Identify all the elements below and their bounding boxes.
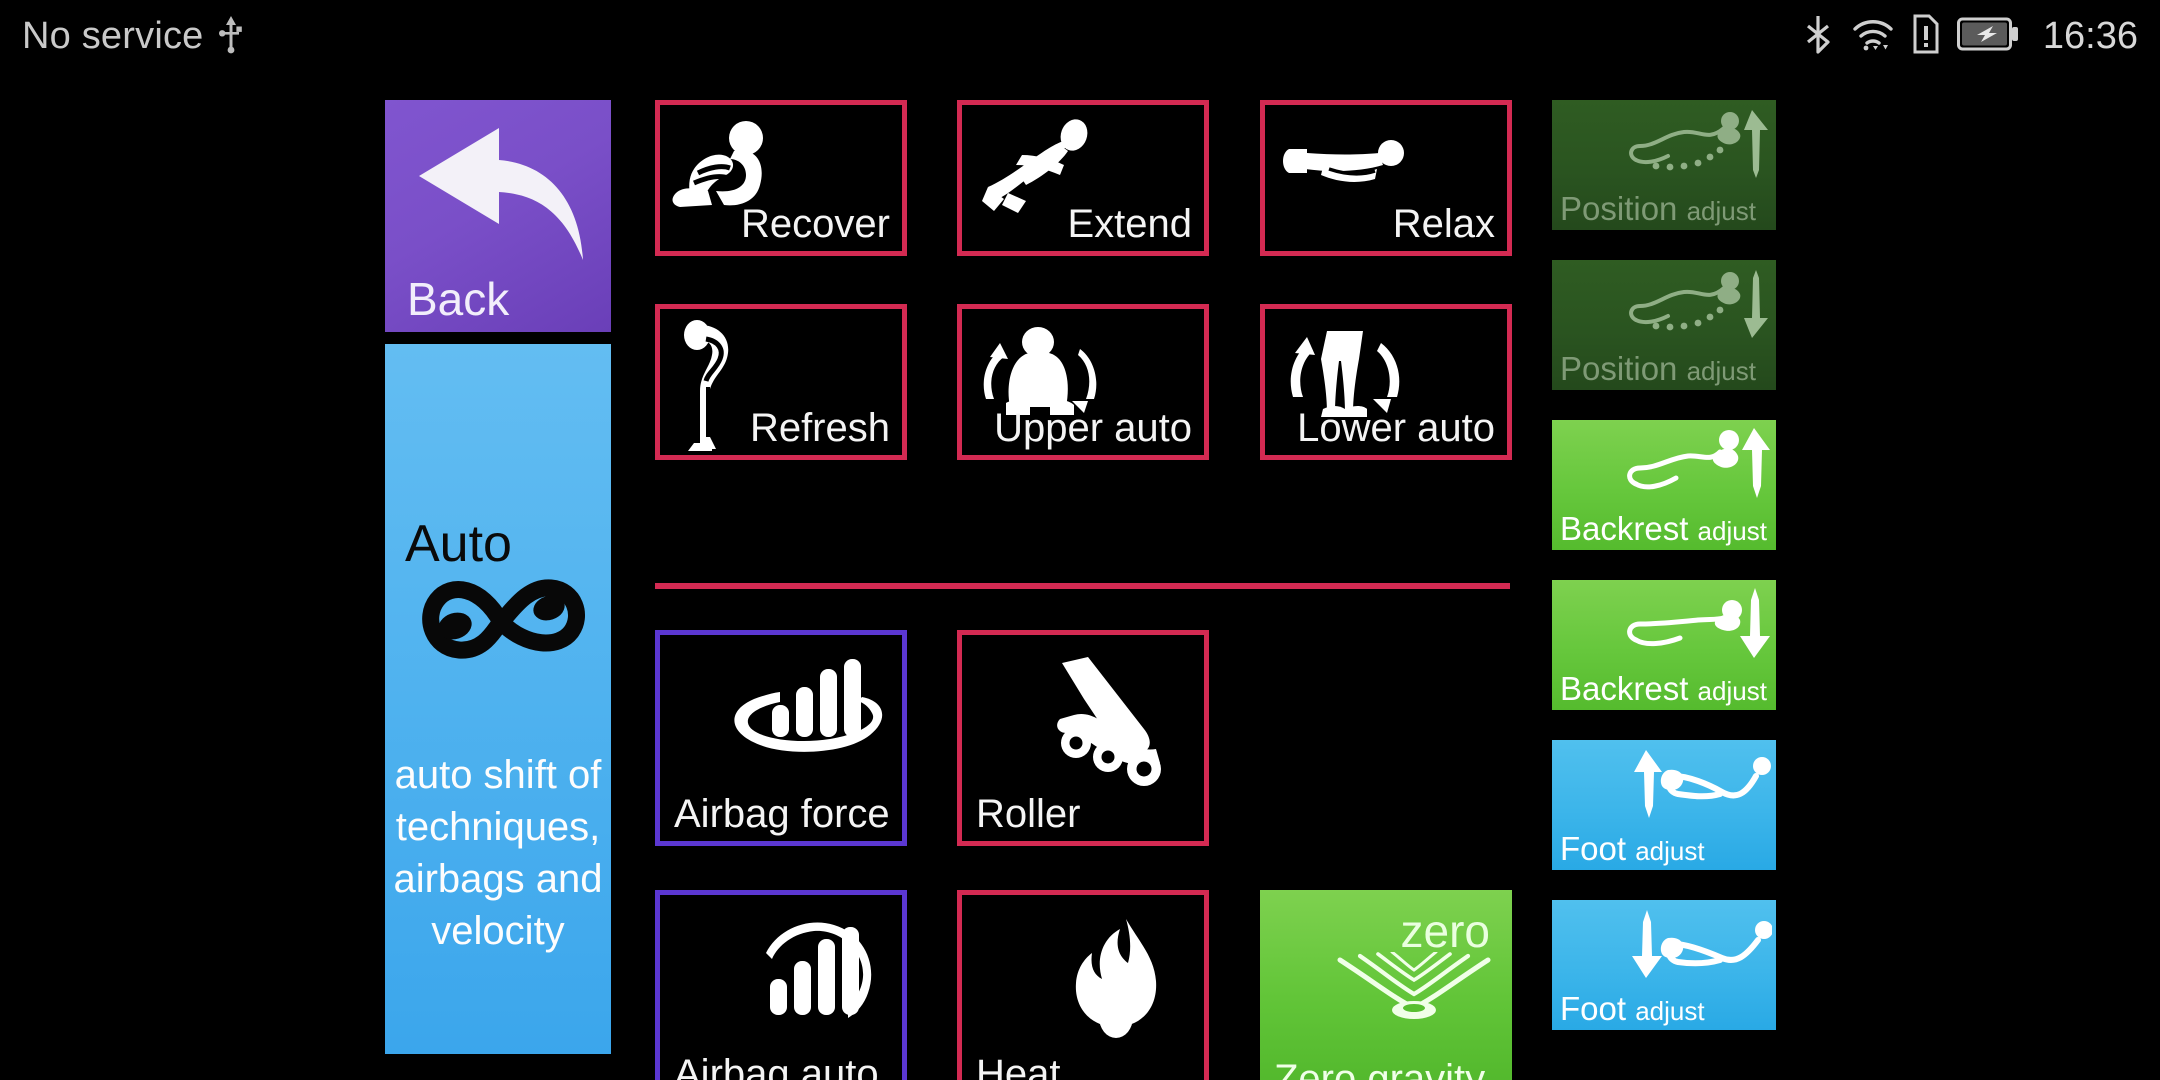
backrest-up-icon xyxy=(1622,428,1772,505)
side-button-label: Position adjust xyxy=(1560,350,1756,387)
side-button-label: Position adjust xyxy=(1560,190,1756,227)
foot-roller-icon xyxy=(1040,657,1192,792)
function-tile-label: Heat xyxy=(976,1052,1061,1080)
zero-gravity-label: Zero gravity xyxy=(1274,1057,1486,1080)
back-button-label: Back xyxy=(407,273,510,325)
bending-figure-icon xyxy=(680,317,754,458)
position-down-icon xyxy=(1622,268,1772,345)
carrier-status-text: No service xyxy=(22,14,204,57)
side-button-label: Backrest adjust xyxy=(1560,510,1767,547)
program-tile-label: Extend xyxy=(1067,202,1192,246)
program-tile-label: Lower auto xyxy=(1297,406,1495,450)
program-grid: Recover Extend Relax Refresh Upper auto … xyxy=(655,100,1512,1080)
bluetooth-icon xyxy=(1801,13,1835,60)
program-tile-label: Upper auto xyxy=(994,406,1192,450)
side-button-label: Backrest adjust xyxy=(1560,670,1767,707)
function-tile-label: Roller xyxy=(976,792,1081,836)
side-button-backrest-up[interactable]: Backrest adjust xyxy=(1552,420,1776,550)
function-tile-zero-gravity[interactable]: zero Zero gravity xyxy=(1260,890,1512,1080)
foot-up-icon xyxy=(1622,748,1772,825)
function-tile-airbag-auto[interactable]: Airbag auto xyxy=(655,890,907,1080)
program-tile-label: Refresh xyxy=(749,406,890,450)
flame-icon xyxy=(1062,917,1172,1054)
program-tile-label: Relax xyxy=(1392,202,1495,246)
auto-panel-description: auto shift of techniques,airbags and vel… xyxy=(393,753,603,953)
backrest-down-icon xyxy=(1622,588,1772,665)
position-up-icon xyxy=(1622,108,1772,185)
back-button[interactable]: Back xyxy=(385,100,611,332)
main-content: Back Auto auto shift of techniques,airba… xyxy=(0,72,2160,1080)
section-divider xyxy=(655,583,1510,589)
lying-flat-figure-icon xyxy=(1279,139,1409,206)
adjust-column: Position adjust Position adjust Backrest… xyxy=(1552,100,1776,1060)
function-tile-roller[interactable]: Roller xyxy=(957,630,1209,846)
battery-charging-icon xyxy=(1956,17,2019,56)
side-button-label: Foot adjust xyxy=(1560,990,1705,1027)
program-tile-recover[interactable]: Recover xyxy=(655,100,907,256)
status-bar-right: 16:36 xyxy=(1801,13,2138,60)
side-button-position-up[interactable]: Position adjust xyxy=(1552,100,1776,230)
side-button-position-down[interactable]: Position adjust xyxy=(1552,260,1776,390)
clock: 16:36 xyxy=(2042,14,2138,57)
program-tile-extend[interactable]: Extend xyxy=(957,100,1209,256)
function-tile-label: Airbag auto xyxy=(674,1052,879,1080)
infinity-icon xyxy=(403,556,599,691)
program-tile-refresh[interactable]: Refresh xyxy=(655,304,907,460)
back-arrow-icon xyxy=(411,118,587,273)
zero-gravity-word: zero xyxy=(1400,905,1490,957)
auto-mode-panel[interactable]: Auto auto shift of techniques,airbags an… xyxy=(385,344,611,1054)
foot-down-icon xyxy=(1622,908,1773,985)
program-tile-upper-auto[interactable]: Upper auto xyxy=(957,304,1209,460)
status-bar: No service 16:36 xyxy=(0,0,2160,72)
wifi-icon xyxy=(1851,13,1895,60)
zero-gravity-chair-icon xyxy=(1334,950,1494,1035)
bars-ellipse-icon xyxy=(714,653,890,776)
side-button-label: Foot adjust xyxy=(1560,830,1705,867)
left-column: Back Auto auto shift of techniques,airba… xyxy=(385,100,611,1054)
function-tile-airbag-force[interactable]: Airbag force xyxy=(655,630,907,846)
function-tile-label: Airbag force xyxy=(674,792,890,836)
usb-icon xyxy=(218,14,244,59)
side-button-foot-down[interactable]: Foot adjust xyxy=(1552,900,1776,1030)
side-button-backrest-down[interactable]: Backrest adjust xyxy=(1552,580,1776,710)
function-tile-heat[interactable]: Heat xyxy=(957,890,1209,1080)
sim-card-alert-icon xyxy=(1911,13,1941,60)
program-tile-lower-auto[interactable]: Lower auto xyxy=(1260,304,1512,460)
bars-arc-icon xyxy=(722,913,886,1040)
side-button-foot-up[interactable]: Foot adjust xyxy=(1552,740,1776,870)
program-tile-label: Recover xyxy=(741,202,890,246)
status-bar-left: No service xyxy=(22,14,244,59)
program-tile-relax[interactable]: Relax xyxy=(1260,100,1512,256)
